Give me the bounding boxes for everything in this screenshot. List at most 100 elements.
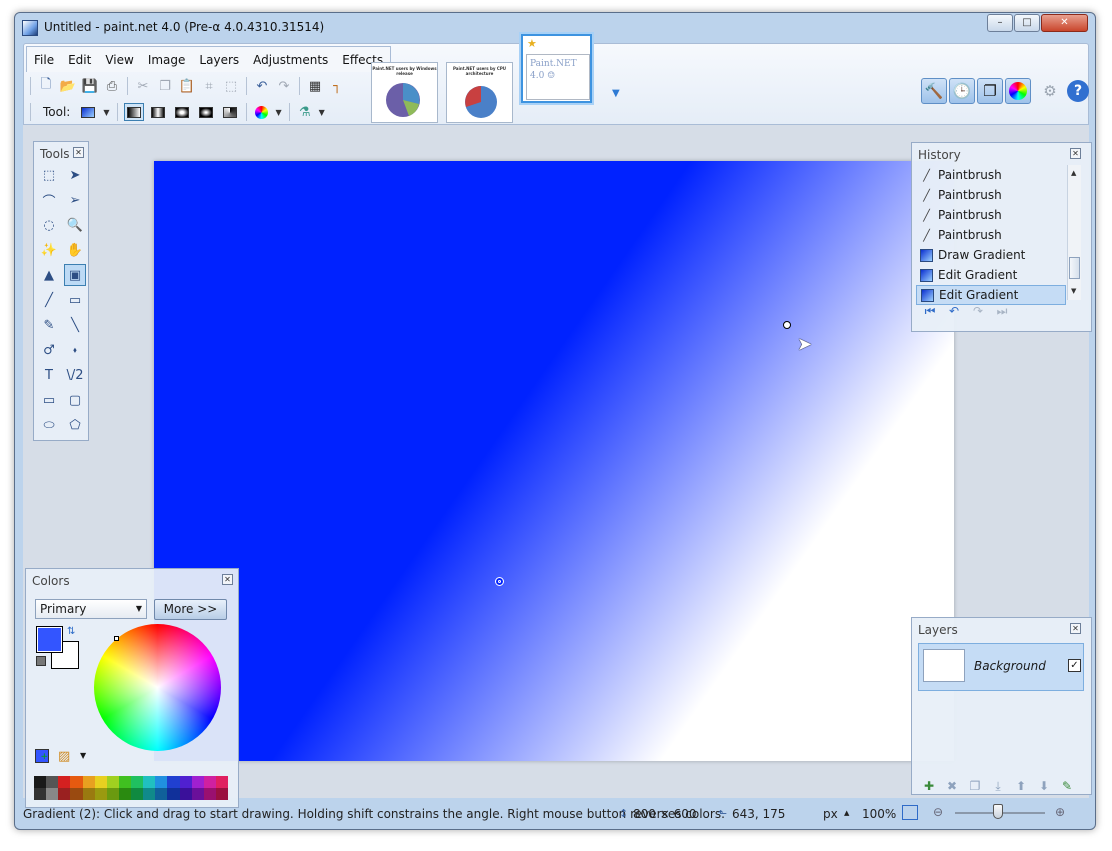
colors-window-icon[interactable] [1005,78,1031,104]
paintbrush-tool-icon[interactable]: ╱ [38,289,60,311]
maximize-button[interactable]: □ [1014,14,1040,32]
palette-swatch[interactable] [155,776,168,788]
diamond-gradient-icon[interactable] [172,103,192,121]
recolor-tool-icon[interactable]: ⬪ [64,339,86,361]
colors-panel-close-icon[interactable]: ✕ [222,574,233,585]
palette-swatch[interactable] [118,788,131,800]
palette-swatch[interactable] [179,776,192,788]
layer-item[interactable]: Background ✓ [918,643,1084,691]
fast-forward-history-icon[interactable]: ⏭ [992,303,1012,319]
color-wheel[interactable] [94,624,221,751]
grid-icon[interactable]: ▦ [304,76,326,96]
layers-panel-close-icon[interactable]: ✕ [1070,623,1081,634]
menu-image[interactable]: Image [141,47,193,72]
rectangle-select-tool-icon[interactable]: ⬚ [38,164,60,186]
ellipse-select-tool-icon[interactable]: ◌ [38,214,60,236]
menu-view[interactable]: View [98,47,140,72]
image-tab-windows-chart[interactable]: Paint.NET users by Windows release [371,62,438,123]
tools-window-icon[interactable]: 🔨 [921,78,947,104]
layers-window-icon[interactable]: ❐ [977,78,1003,104]
zoom-out-icon[interactable]: ⊖ [933,805,943,819]
clone-stamp-tool-icon[interactable]: ♂ [38,339,60,361]
palette-swatch[interactable] [191,776,204,788]
open-icon[interactable]: 📂 [57,76,79,96]
palette-swatch[interactable] [155,788,168,800]
history-scroll-thumb[interactable] [1069,257,1080,279]
units-select[interactable]: px [823,807,838,821]
settings-icon[interactable]: ⚙ [1037,78,1063,104]
palette-swatch[interactable] [106,788,119,800]
color-mode-caret[interactable]: ▼ [273,108,285,117]
palette-swatch[interactable] [131,788,144,800]
history-panel-close-icon[interactable]: ✕ [1070,148,1081,159]
linear-reflected-gradient-icon[interactable] [148,103,168,121]
undo-icon[interactable]: ↶ [251,76,273,96]
tool-dropdown-caret[interactable]: ▼ [100,108,112,117]
ruler-icon[interactable]: ┐ [326,76,348,96]
layer-properties-icon[interactable]: ✎ [1058,778,1076,794]
copy-icon[interactable]: ❐ [154,76,176,96]
gradient-tool-icon[interactable]: ▣ [64,264,86,286]
color-picker-tool-icon[interactable]: ╲ [64,314,86,336]
canvas-workspace[interactable]: ➤ Tools ✕ ⬚ ➤ ⌒ ➢ ◌ 🔍 ✨ ✋ ▲ ▣ ╱ ▭ ✎ ╲ ♂ ⬪ T \/2 ▭ ▢ ⬭ ⬠ Color… [23,125,1092,808]
linear-gradient-icon[interactable] [123,103,144,121]
palette-swatch[interactable] [94,788,107,800]
palette-swatch[interactable] [143,776,156,788]
minimize-button[interactable]: – [987,14,1013,32]
palette-swatch[interactable] [46,788,59,800]
history-item[interactable]: ╱ Paintbrush [916,225,1066,245]
crop-icon[interactable]: ⌗ [198,76,220,96]
history-item[interactable]: Edit Gradient [916,265,1066,285]
pencil-tool-icon[interactable]: ✎ [38,314,60,336]
palette-swatch[interactable] [118,776,131,788]
save-icon[interactable]: 💾 [79,76,101,96]
move-layer-down-icon[interactable]: ⬇ [1035,778,1053,794]
pan-tool-icon[interactable]: ✋ [64,239,86,261]
zoom-tool-icon[interactable]: 🔍 [64,214,86,236]
scroll-up-icon[interactable]: ▲ [1071,169,1076,177]
rectangle-tool-icon[interactable]: ▭ [38,389,60,411]
lasso-select-tool-icon[interactable]: ⌒ [38,189,60,211]
move-layer-up-icon[interactable]: ⬆ [1012,778,1030,794]
current-tool-gradient-icon[interactable] [78,103,98,121]
layer-visibility-checkbox[interactable]: ✓ [1068,659,1081,672]
palette-options-caret[interactable]: ▼ [80,751,86,760]
color-mode-icon[interactable] [251,102,273,122]
palette-swatch[interactable] [167,788,180,800]
line-curve-tool-icon[interactable]: \/2 [64,364,86,386]
units-caret-icon[interactable]: ▲ [844,809,849,817]
menu-edit[interactable]: Edit [61,47,98,72]
history-scrollbar[interactable]: ▲ ▼ [1067,165,1081,300]
close-button[interactable]: ✕ [1041,14,1088,32]
radial-gradient-icon[interactable] [196,103,216,121]
palette-swatch[interactable] [191,788,204,800]
palette-swatch[interactable] [131,776,144,788]
swap-colors-icon[interactable]: ⇅ [67,626,75,637]
palette-swatch[interactable] [70,788,83,800]
history-item[interactable]: ╱ Paintbrush [916,205,1066,225]
zoom-in-icon[interactable]: ⊕ [1055,805,1065,819]
palette-swatch[interactable] [203,788,216,800]
palette-swatch[interactable] [34,788,47,800]
merge-layer-down-icon[interactable]: ⤓ [989,778,1007,794]
palette-swatch[interactable] [94,776,107,788]
print-icon[interactable]: ⎙ [101,76,123,96]
eraser-tool-icon[interactable]: ▭ [64,289,86,311]
history-item[interactable]: ╱ Paintbrush [916,165,1066,185]
undo-history-icon[interactable]: ↶ [944,303,964,319]
menu-file[interactable]: File [27,47,61,72]
paste-icon[interactable]: 📋 [176,76,198,96]
image-tab-cpu-chart[interactable]: Paint.NET users by CPU architecture [446,62,513,123]
zoom-readout[interactable]: 100% [862,807,896,821]
delete-layer-icon[interactable]: ✖ [943,778,961,794]
palette-swatch[interactable] [215,788,228,800]
palette-swatch[interactable] [215,776,228,788]
palette-swatch[interactable] [82,788,95,800]
redo-icon[interactable]: ↷ [273,76,295,96]
blend-mode-icon[interactable]: ⚗ [294,102,316,122]
gradient-end-handle[interactable] [783,321,791,329]
palette-swatch[interactable] [167,776,180,788]
palette-swatch[interactable] [70,776,83,788]
zoom-to-window-icon[interactable] [902,805,918,820]
palette-swatch[interactable] [58,776,71,788]
